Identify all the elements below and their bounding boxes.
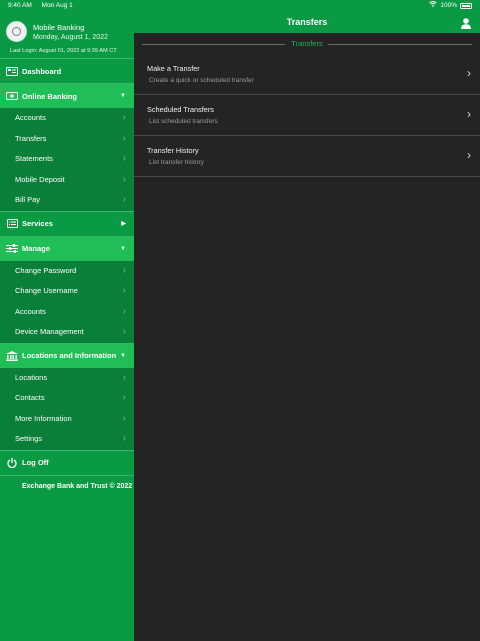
money-icon <box>6 91 18 101</box>
sidebar-label-manage: Manage <box>22 244 50 253</box>
sidebar-item-contacts[interactable]: Contacts › <box>0 388 134 409</box>
chevron-right-icon: › <box>122 112 126 123</box>
chevron-right-icon: › <box>122 153 126 164</box>
sidebar-item-locations[interactable]: Locations › <box>0 368 134 389</box>
copyright-footer: Exchange Bank and Trust © 2022 <box>0 474 134 522</box>
sidebar-item-log-off[interactable]: Log Off <box>0 449 134 475</box>
sidebar-item-statements[interactable]: Statements › <box>0 149 134 170</box>
sidebar-item-label: Bill Pay <box>15 195 41 204</box>
transfer-history-row[interactable]: Transfer History List transfer history › <box>134 136 480 177</box>
profile-header: Mobile Banking Monday, August 1, 2022 La… <box>0 12 134 58</box>
sidebar-item-label: Contacts <box>15 393 45 402</box>
chevron-right-icon: › <box>122 392 126 403</box>
sidebar-item-transfers[interactable]: Transfers › <box>0 129 134 150</box>
make-transfer-row[interactable]: Make a Transfer Create a quick or schedu… <box>134 54 480 95</box>
sidebar-label-dashboard: Dashboard <box>22 66 62 76</box>
row-title: Scheduled Transfers <box>147 105 214 114</box>
chevron-right-icon: › <box>122 264 126 276</box>
sidebar-item-accounts[interactable]: Accounts › <box>0 108 134 129</box>
sidebar-section-online-banking[interactable]: Online Banking ▼ <box>0 83 134 108</box>
chevron-right-icon: › <box>122 326 126 337</box>
chevron-right-icon: › <box>122 285 126 296</box>
sidebar-item-label: More Information <box>15 413 72 423</box>
chevron-right-icon: › <box>122 173 126 185</box>
scheduled-transfers-row[interactable]: Scheduled Transfers List scheduled trans… <box>134 95 480 136</box>
sidebar-item-dashboard[interactable]: Dashboard <box>0 58 134 83</box>
locations-submenu: Locations › Contacts › More Information › S… <box>0 367 134 450</box>
status-bar: 9:40 AM Mon Aug 1 100% <box>0 0 480 12</box>
sidebar-item-more-information[interactable]: More Information › <box>0 409 134 430</box>
chevron-right-icon: › <box>122 194 126 205</box>
chevron-right-icon: › <box>122 412 126 424</box>
battery-percent: 100% <box>440 2 457 9</box>
sidebar-section-locations[interactable]: Locations and Information ▼ <box>0 342 134 368</box>
sliders-icon <box>6 244 18 254</box>
sidebar-item-label: Change Username <box>15 286 78 295</box>
row-subtitle: List scheduled transfers <box>149 118 218 125</box>
manage-submenu: Change Password › Change Username › Accoun… <box>0 260 134 343</box>
sidebar-section-manage[interactable]: Manage ▼ <box>0 235 134 261</box>
sidebar-label-services: Services <box>22 219 53 228</box>
sidebar-item-label: Change Password <box>15 265 77 275</box>
profile-name: Mobile Banking <box>33 23 85 32</box>
sidebar-item-label: Locations <box>15 372 48 382</box>
main-content: Transfers Make a Transfer Create a quick… <box>134 33 480 641</box>
sidebar-item-label: Mobile Deposit <box>15 174 65 184</box>
chevron-right-icon: › <box>467 66 471 80</box>
chevron-right-icon: › <box>122 305 126 317</box>
sidebar-item-label: Settings <box>15 434 43 443</box>
list-icon <box>6 219 18 229</box>
last-login: Last Login: August 01, 2022 at 9:39 AM C… <box>10 48 117 54</box>
row-title: Transfer History <box>147 146 199 155</box>
caret-right-icon: ▶ <box>121 220 126 227</box>
sidebar-label-locations: Locations and Information <box>22 351 117 360</box>
chevron-right-icon: › <box>467 148 471 162</box>
sidebar-item-settings[interactable]: Settings › <box>0 429 134 450</box>
section-header: Transfers <box>142 39 472 49</box>
sidebar-item-label: Statements <box>15 154 53 163</box>
chevron-right-icon: › <box>122 371 126 383</box>
section-title: Transfers <box>285 39 329 49</box>
power-icon <box>6 457 18 468</box>
sidebar-label-log-off: Log Off <box>22 458 49 467</box>
row-title: Make a Transfer <box>147 64 200 73</box>
sidebar-item-label: Device Management <box>15 327 84 336</box>
row-subtitle: Create a quick or scheduled transfer <box>149 77 254 84</box>
profile-date: Monday, August 1, 2022 <box>33 34 108 41</box>
wifi-icon <box>429 0 438 12</box>
sidebar-item-device-management[interactable]: Device Management › <box>0 322 134 343</box>
status-date: Mon Aug 1 <box>41 2 73 9</box>
caret-down-icon: ▼ <box>120 245 126 252</box>
sidebar-label-online-banking: Online Banking <box>22 91 78 101</box>
status-time: 9:40 AM <box>8 2 32 9</box>
caret-down-icon: ▼ <box>120 93 126 99</box>
chevron-right-icon: › <box>122 132 126 144</box>
chevron-right-icon: › <box>122 433 126 444</box>
sidebar-item-change-username[interactable]: Change Username › <box>0 281 134 302</box>
navigation-bar: Transfers <box>134 12 480 33</box>
sidebar-item-bill-pay[interactable]: Bill Pay › <box>0 190 134 211</box>
online-banking-submenu: Accounts › Transfers › Statements › Mobile … <box>0 108 134 211</box>
page-title: Transfers <box>286 17 328 27</box>
sidebar-item-mobile-deposit[interactable]: Mobile Deposit › <box>0 170 134 191</box>
user-profile-icon[interactable] <box>461 16 471 29</box>
dashboard-icon <box>6 66 18 76</box>
battery-icon <box>460 3 472 9</box>
sidebar-item-label: Transfers <box>15 133 47 143</box>
sidebar-item-label: Accounts <box>15 306 46 316</box>
sidebar-item-label: Accounts <box>15 113 46 122</box>
bank-logo <box>6 21 27 42</box>
row-subtitle: List transfer history <box>149 159 204 166</box>
sidebar-section-services[interactable]: Services ▶ <box>0 210 134 236</box>
bank-building-icon <box>6 350 18 361</box>
sidebar: Mobile Banking Monday, August 1, 2022 La… <box>0 12 134 641</box>
sidebar-item-manage-accounts[interactable]: Accounts › <box>0 302 134 323</box>
sidebar-item-change-password[interactable]: Change Password › <box>0 261 134 282</box>
caret-down-icon: ▼ <box>120 352 126 359</box>
chevron-right-icon: › <box>467 107 471 121</box>
